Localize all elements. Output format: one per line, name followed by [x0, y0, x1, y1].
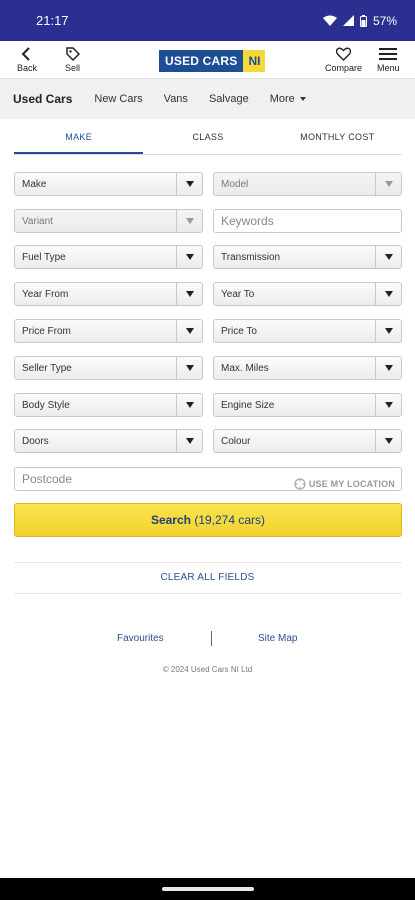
sell-label: Sell: [65, 63, 81, 73]
favourites-link[interactable]: Favourites: [117, 633, 164, 644]
use-my-location-button[interactable]: USE MY LOCATION: [294, 473, 395, 495]
dropdown-arrow-icon: [375, 357, 401, 379]
nav-used-cars[interactable]: Used Cars: [13, 92, 72, 106]
tag-icon: [65, 47, 80, 61]
dropdown-arrow-icon: [375, 430, 401, 452]
year-from-select[interactable]: Year From: [14, 282, 203, 306]
dropdown-arrow-icon: [176, 210, 202, 232]
hamburger-icon: [379, 48, 398, 60]
dropdown-arrow-icon: [176, 173, 202, 195]
footer-separator: [211, 631, 212, 646]
dropdown-arrow-icon: [176, 283, 202, 305]
nav-new-cars[interactable]: New Cars: [94, 93, 142, 105]
price-from-select[interactable]: Price From: [14, 319, 203, 343]
search-result-count: (19,274 cars): [194, 513, 266, 527]
status-bar: 21:17 57%: [0, 0, 415, 41]
postcode-input[interactable]: Postcode USE MY LOCATION: [14, 467, 402, 491]
body-style-select[interactable]: Body Style: [14, 393, 203, 417]
colour-label: Colour: [221, 436, 251, 447]
battery-icon: [359, 14, 367, 27]
search-button-label: Search: [150, 513, 191, 527]
nav-vans[interactable]: Vans: [164, 93, 188, 105]
heart-icon: [336, 47, 351, 61]
site-map-link[interactable]: Site Map: [258, 633, 297, 644]
site-logo[interactable]: USED CARS NI: [159, 50, 266, 72]
price-to-select[interactable]: Price To: [213, 319, 402, 343]
location-target-icon: [294, 478, 306, 490]
max-miles-select[interactable]: Max. Miles: [213, 356, 402, 380]
dropdown-arrow-icon: [176, 394, 202, 416]
home-gesture-handle[interactable]: [162, 887, 254, 891]
colour-select[interactable]: Colour: [213, 429, 402, 453]
engine-size-label: Engine Size: [221, 400, 275, 411]
category-nav: Used Cars New Cars Vans Salvage More: [0, 79, 415, 119]
make-select[interactable]: Make: [14, 172, 203, 196]
compare-label: Compare: [325, 63, 363, 73]
seller-type-label: Seller Type: [22, 363, 72, 374]
dropdown-arrow-icon: [176, 430, 202, 452]
search-button[interactable]: Search (19,274 cars): [14, 503, 402, 537]
year-to-label: Year To: [221, 289, 255, 300]
tab-monthly-cost[interactable]: MONTHLY COST: [273, 121, 402, 154]
dropdown-arrow-icon: [176, 320, 202, 342]
menu-label: Menu: [377, 63, 400, 73]
price-from-label: Price From: [22, 326, 71, 337]
max-miles-label: Max. Miles: [221, 363, 269, 374]
dropdown-arrow-icon: [375, 246, 401, 268]
copyright-text: © 2024 Used Cars NI Ltd: [162, 665, 253, 674]
model-select-label: Model: [221, 179, 249, 190]
transmission-label: Transmission: [221, 252, 281, 263]
top-header: Back Sell USED CARS NI Compare Menu: [0, 41, 415, 79]
year-from-label: Year From: [22, 289, 69, 300]
year-to-select[interactable]: Year To: [213, 282, 402, 306]
caret-down-icon: [299, 97, 306, 102]
variant-select[interactable]: Variant: [14, 209, 203, 233]
keywords-input[interactable]: Keywords: [213, 209, 402, 233]
doors-select[interactable]: Doors: [14, 429, 203, 453]
dropdown-arrow-icon: [375, 173, 401, 195]
search-tabs: MAKE CLASS MONTHLY COST: [14, 121, 402, 155]
system-nav-bar: [0, 878, 415, 900]
status-time: 21:17: [36, 13, 69, 28]
tab-make[interactable]: MAKE: [14, 121, 144, 154]
dropdown-arrow-icon: [375, 394, 401, 416]
doors-label: Doors: [22, 436, 49, 447]
tab-class[interactable]: CLASS: [143, 121, 272, 154]
back-button[interactable]: Back: [17, 47, 37, 73]
logo-main-text: USED CARS: [159, 50, 244, 72]
menu-button[interactable]: Menu: [377, 47, 400, 73]
clear-all-fields-link[interactable]: CLEAR ALL FIELDS: [0, 572, 415, 583]
divider: [14, 562, 402, 563]
wifi-icon: [322, 15, 337, 26]
back-label: Back: [17, 63, 38, 73]
transmission-select[interactable]: Transmission: [213, 245, 402, 269]
signal-icon: [342, 15, 354, 26]
model-select[interactable]: Model: [213, 172, 402, 196]
postcode-placeholder: Postcode: [22, 472, 73, 486]
body-style-label: Body Style: [22, 400, 70, 411]
use-my-location-label: USE MY LOCATION: [308, 479, 395, 489]
price-to-label: Price To: [221, 326, 257, 337]
dropdown-arrow-icon: [375, 283, 401, 305]
dropdown-arrow-icon: [176, 357, 202, 379]
sell-button[interactable]: Sell: [65, 47, 80, 73]
nav-more[interactable]: More: [270, 93, 306, 105]
back-arrow-icon: [21, 47, 30, 61]
nav-salvage[interactable]: Salvage: [209, 93, 249, 105]
fuel-type-label: Fuel Type: [22, 252, 66, 263]
fuel-type-select[interactable]: Fuel Type: [14, 245, 203, 269]
nav-more-label: More: [269, 93, 295, 105]
dropdown-arrow-icon: [375, 320, 401, 342]
battery-level: 57%: [372, 13, 397, 28]
make-select-label: Make: [22, 179, 47, 190]
divider: [14, 593, 402, 594]
seller-type-select[interactable]: Seller Type: [14, 356, 203, 380]
logo-region-text: NI: [243, 50, 266, 72]
dropdown-arrow-icon: [176, 246, 202, 268]
variant-select-label: Variant: [22, 216, 53, 227]
engine-size-select[interactable]: Engine Size: [213, 393, 402, 417]
compare-button[interactable]: Compare: [325, 47, 362, 73]
